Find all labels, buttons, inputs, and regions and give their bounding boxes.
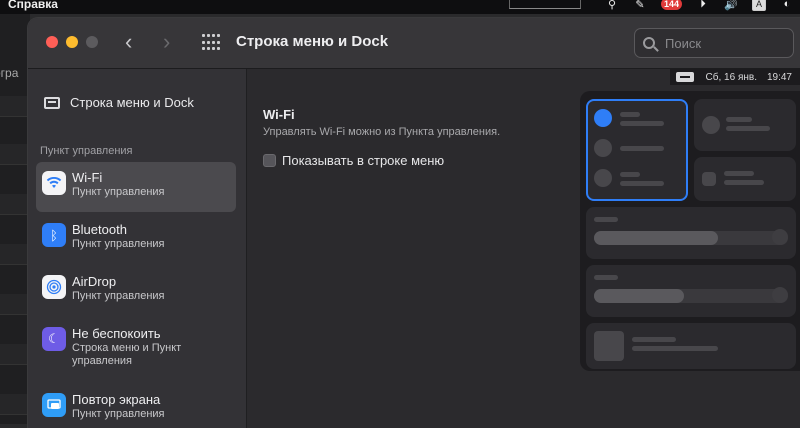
section-heading: Wi-Fi (263, 107, 295, 122)
background-row (0, 294, 30, 315)
preview-square (702, 172, 716, 186)
preview-bar (724, 171, 754, 176)
sidebar-item-sub: Строка меню и Пункт управления (72, 342, 182, 367)
antenna-icon[interactable]: ⚲ (605, 0, 619, 11)
menu-help[interactable]: Справка (8, 0, 58, 11)
preview-bar (726, 117, 752, 122)
zoom-button[interactable] (86, 36, 98, 48)
titlebar: ‹ › Строка меню и Dock (28, 18, 800, 69)
sidebar-item-sub: Пункт управления (72, 290, 165, 302)
preview-date: Сб, 16 янв. (705, 71, 757, 83)
preview-square (594, 331, 624, 361)
wifi-icon (42, 171, 66, 195)
preview-dot (594, 169, 612, 187)
preview-bar (594, 217, 618, 222)
background-row (0, 244, 30, 265)
preview-bar (620, 172, 640, 177)
sidebar: Строка меню и Dock Пункт управления Wi-F… (28, 69, 247, 428)
preview-bar (594, 275, 618, 280)
play-icon[interactable]: ⏵ (696, 0, 710, 11)
background-app-text: огра (0, 66, 19, 80)
volume-icon[interactable]: 🔊 (724, 0, 738, 11)
background-row (0, 344, 30, 365)
preview-sound-tile (586, 265, 796, 317)
preview-bar (620, 121, 664, 126)
preview-display-tile (586, 207, 796, 259)
sidebar-item-sub: Пункт управления (72, 238, 165, 250)
show-all-grid-icon[interactable] (202, 34, 220, 52)
preview-bar (620, 146, 664, 151)
preview-time: 19:47 (766, 71, 792, 83)
section-description: Управлять Wi-Fi можно из Пункта управлен… (263, 126, 501, 138)
input-source-icon[interactable]: A (752, 0, 766, 11)
preview-tile (694, 99, 796, 151)
sidebar-item-name: Не беспокоить (72, 326, 161, 341)
minimize-button[interactable] (66, 36, 78, 48)
preview-slider-fill (594, 231, 718, 245)
control-centre-icon[interactable]: ◐ (780, 0, 794, 11)
show-in-menubar-checkbox[interactable]: Показывать в строке меню (263, 153, 444, 168)
forward-icon[interactable]: › (163, 29, 170, 55)
main-pane: Сб, 16 янв. 19:47 Wi-Fi Управлять Wi-Fi … (247, 69, 800, 428)
checkbox[interactable] (263, 154, 276, 167)
bluetooth-icon: ᛒ (42, 223, 66, 247)
preview-menubar: Сб, 16 янв. 19:47 (670, 69, 800, 85)
menubar-extra-widget[interactable] (508, 0, 581, 9)
search-field[interactable] (634, 28, 794, 58)
preview-tile (694, 157, 796, 201)
preview-bar (632, 337, 676, 342)
preview-dot (772, 229, 788, 245)
status-area: ⚲ ✎ 144 ⏵ 🔊 A ◐ (508, 0, 794, 11)
preview-bar (620, 112, 640, 117)
preview-bar (726, 126, 770, 131)
sidebar-section-header: Пункт управления (40, 145, 133, 157)
background-row (0, 194, 30, 215)
sidebar-item-do-not-disturb[interactable]: ☾ Не беспокоить Строка меню и Пункт упра… (36, 318, 236, 380)
window-title: Строка меню и Dock (236, 33, 389, 50)
background-app: огра (0, 14, 30, 424)
pen-icon[interactable]: ✎ (633, 0, 647, 11)
preview-dot (594, 139, 612, 157)
control-centre-icon (675, 72, 694, 82)
preview-wifi-dot (594, 109, 612, 127)
sidebar-item-sub: Пункт управления (72, 408, 165, 420)
sidebar-item-name: Bluetooth (72, 222, 127, 237)
preview-dot (702, 116, 720, 134)
system-menubar: Справка ⚲ ✎ 144 ⏵ 🔊 A ◐ (0, 0, 800, 14)
checkbox-label: Показывать в строке меню (282, 153, 445, 168)
background-row (0, 96, 30, 117)
back-icon[interactable]: ‹ (125, 29, 132, 55)
search-input[interactable] (663, 34, 787, 52)
control-centre-preview (580, 91, 800, 371)
sidebar-item-menubar-dock[interactable]: Строка меню и Dock (44, 95, 194, 110)
mail-badge[interactable]: 144 (660, 0, 682, 10)
preview-now-playing-tile (586, 323, 796, 369)
search-icon (643, 37, 655, 49)
preview-network-tile (586, 99, 688, 201)
screen-mirroring-icon (42, 393, 66, 417)
preview-dot (772, 287, 788, 303)
sidebar-item-name: AirDrop (72, 274, 117, 289)
sidebar-item-wifi[interactable]: Wi-Fi Пункт управления (36, 162, 236, 212)
sidebar-item-bluetooth[interactable]: ᛒ Bluetooth Пункт управления (36, 214, 236, 264)
background-row (0, 394, 30, 415)
preview-slider-fill (594, 289, 684, 303)
preview-bar (724, 180, 764, 185)
sidebar-item-name: Повтор экрана (72, 392, 161, 407)
preview-bar (632, 346, 718, 351)
menubar-icon (44, 96, 60, 109)
sidebar-item-label: Строка меню и Dock (70, 95, 194, 110)
sidebar-item-screen-mirroring[interactable]: Повтор экрана Пункт управления (36, 384, 236, 428)
system-preferences-window: ‹ › Строка меню и Dock Строка меню и Doc… (28, 18, 800, 428)
close-button[interactable] (46, 36, 58, 48)
moon-icon: ☾ (42, 327, 66, 351)
sidebar-item-airdrop[interactable]: AirDrop Пункт управления (36, 266, 236, 316)
airdrop-icon (42, 275, 66, 299)
background-row (0, 144, 30, 165)
preview-bar (620, 181, 664, 186)
sidebar-item-name: Wi-Fi (72, 170, 103, 185)
sidebar-item-sub: Пункт управления (72, 186, 165, 198)
